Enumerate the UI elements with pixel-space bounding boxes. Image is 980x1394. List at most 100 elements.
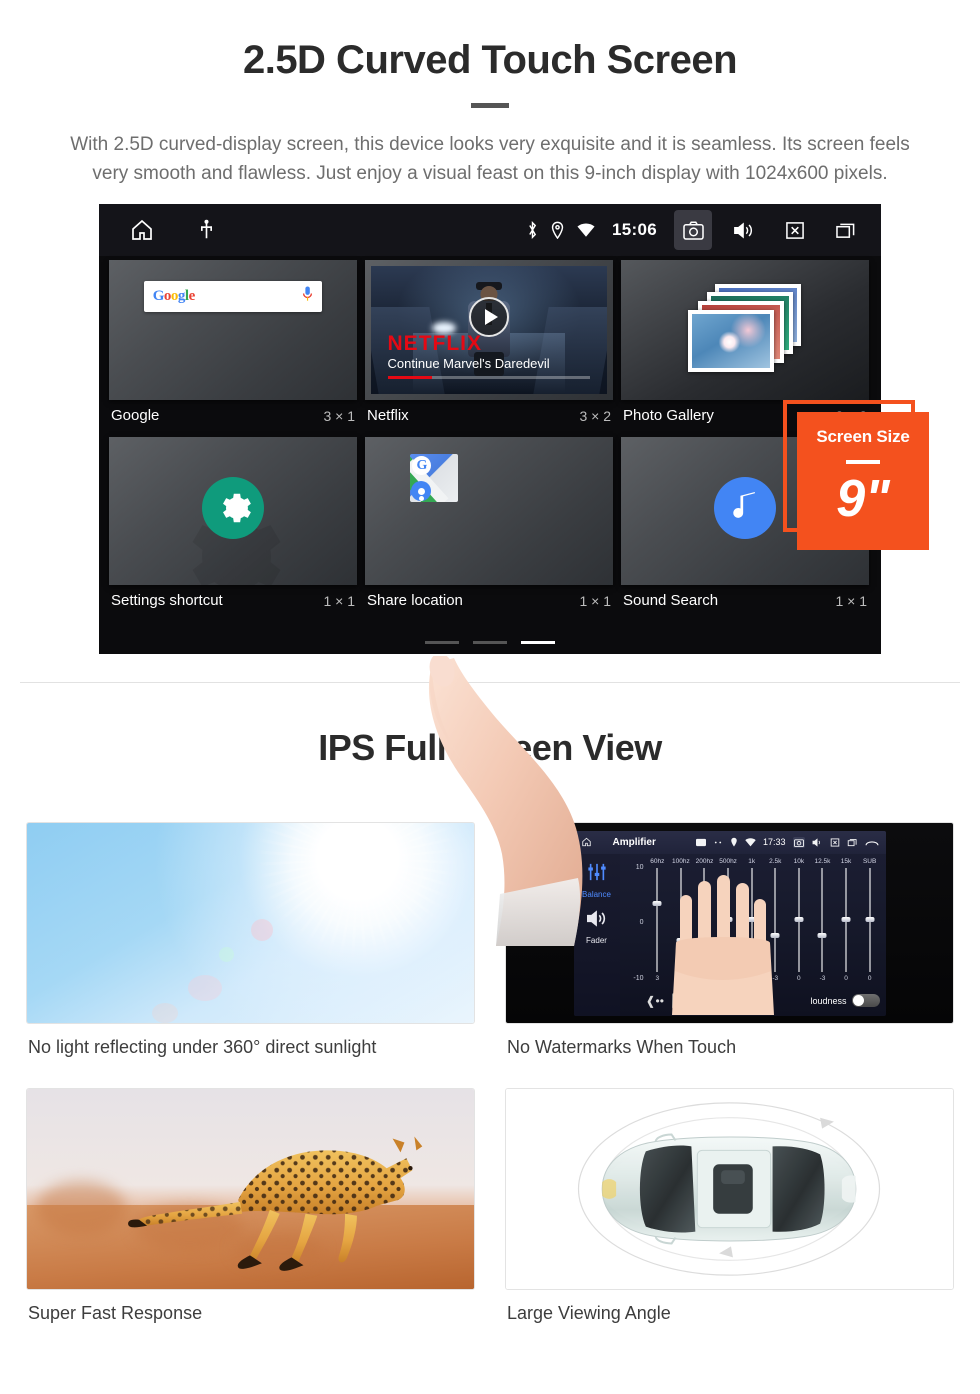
fader-label[interactable]: Fader [586,936,607,945]
photo-gallery-widget[interactable] [621,260,869,400]
google-search-widget[interactable]: Google [109,260,357,400]
volume-icon[interactable] [812,837,823,847]
band-frequency-label: 10k [793,857,805,865]
sound-search-icon-wrap[interactable] [714,477,776,540]
widget-settings-shortcut[interactable]: Settings shortcut 1 × 1 [109,437,357,614]
share-location-widget[interactable]: G [365,437,613,585]
amplifier-status-bar: Amplifier 17:33 [573,830,886,854]
google-logo: Google [152,288,196,304]
music-note-icon[interactable] [714,477,776,540]
desert-scene [27,1089,474,1289]
equalizer-band[interactable]: 15k 0 [834,858,858,982]
speaker-icon[interactable] [586,909,608,933]
scale-min: -10 [633,974,644,982]
widget-netflix[interactable]: NETFLIX Continue Marvel's Daredevil Netf… [365,260,613,429]
page-dot[interactable] [425,641,459,644]
band-frequency-label: 100hz [672,857,690,865]
badge-label: Screen Size [816,427,910,446]
car-top-view-image [505,1088,954,1290]
widget-label-row: Google 3 × 1 [109,400,357,429]
bluetooth-icon [527,221,538,239]
section2-title: IPS Full Screen View [318,727,662,768]
play-triangle-icon [484,309,498,326]
section2-divider [472,787,508,792]
amplifier-clock: 17:33 [762,837,786,847]
band-slider-knob[interactable] [841,917,851,922]
band-slider-track[interactable] [865,867,875,972]
band-slider-knob[interactable] [817,932,827,938]
band-slider-track[interactable] [817,867,827,972]
equalizer-band[interactable]: 12.5k -3 [811,858,835,982]
lens-flare [152,1003,179,1023]
status-bar-clock: 15:06 [612,220,657,239]
page-dot-active[interactable] [521,641,555,644]
widget-row-2: Settings shortcut 1 × 1 G Share location… [99,433,881,618]
loudness-label: loudness [810,995,847,1006]
band-value: 0 [797,974,801,982]
gear-icon[interactable] [202,477,264,540]
widget-row-1: Google Google 3 × 1 NETFLIX Continue Mar… [99,256,881,433]
feature-card-cheetah: Super Fast Response [26,1088,475,1324]
home-icon[interactable] [581,837,592,847]
screen-size-badge: Screen Size 9" [797,412,929,550]
settings-icon-wrap[interactable] [202,477,264,540]
page-indicator[interactable] [99,641,881,644]
widget-size: 1 × 1 [835,592,867,609]
android-status-bar: 15:06 [99,204,881,256]
maps-icon-wrap[interactable]: G [410,454,459,503]
band-slider-knob[interactable] [652,901,662,907]
widget-name: Settings shortcut [111,592,223,609]
back-arrow-icon[interactable]: ❰•• [646,994,664,1008]
widget-share-location[interactable]: G Share location 1 × 1 [365,437,613,614]
car-top-view-svg [577,1102,881,1276]
netflix-widget[interactable]: NETFLIX Continue Marvel's Daredevil [365,260,613,400]
photo-thumb-front [688,310,774,372]
band-frequency-label: 500hz [719,857,737,865]
camera-icon[interactable] [674,210,712,250]
google-maps-icon[interactable]: G [410,454,459,503]
page-dot[interactable] [473,641,507,644]
widget-size: 1 × 1 [323,592,355,609]
google-search-bar[interactable]: Google [143,281,323,312]
equalizer-band[interactable]: 10k 0 [787,858,811,982]
curved-screen-section: 2.5D Curved Touch Screen With 2.5D curve… [0,0,980,946]
settings-shortcut-widget[interactable] [109,437,357,585]
widget-size: 3 × 2 [579,407,611,424]
equalizer-band[interactable]: SUB 0 [858,858,882,982]
equalizer-band[interactable]: 60hz 3 [646,858,670,982]
band-frequency-label: 200hz [695,857,714,865]
sliders-icon[interactable] [586,862,608,887]
recents-icon[interactable] [827,210,865,250]
balance-label[interactable]: Balance [582,890,611,899]
band-frequency-label: 60hz [650,857,665,865]
widget-name: Google [111,407,160,424]
recents-icon[interactable] [847,838,858,847]
band-value: 0 [844,974,848,982]
sd-card-icon [695,838,706,847]
badge-value: 9" [836,470,890,528]
widget-size: 3 × 1 [323,407,355,424]
sun-rays [237,823,474,979]
band-slider-knob[interactable] [865,917,875,922]
band-frequency-label: 2.5k [769,857,782,865]
loudness-toggle[interactable] [851,994,880,1007]
band-slider-track[interactable] [652,867,662,972]
car-angle-diagram [506,1089,953,1289]
widget-google[interactable]: Google Google 3 × 1 [109,260,357,429]
ips-screen-section: IPS Full Screen View No light reflecting… [0,683,980,1324]
camera-icon[interactable] [792,836,805,848]
card-caption: No light reflecting under 360° direct su… [28,1037,377,1057]
back-arrow-icon[interactable] [865,838,879,847]
band-slider-track[interactable] [841,867,851,972]
usb-icon[interactable] [199,219,214,241]
home-icon[interactable] [129,218,155,242]
volume-icon[interactable] [725,210,763,250]
feature-card-sunlight: No light reflecting under 360° direct su… [26,822,475,1058]
google-g-badge: G [412,456,432,476]
mic-icon[interactable] [302,286,313,307]
band-slider-knob[interactable] [794,917,804,922]
band-slider-track[interactable] [794,867,804,972]
close-box-icon[interactable] [776,210,814,250]
loudness-control[interactable]: loudness [810,994,880,1007]
close-box-icon[interactable] [830,837,840,847]
